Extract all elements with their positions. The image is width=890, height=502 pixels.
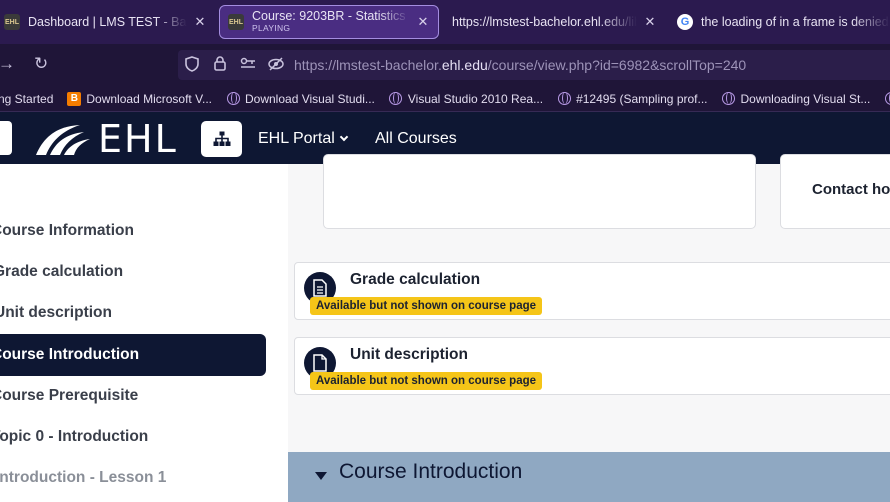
tab-dashboard[interactable]: EHL Dashboard | LMS TEST - Bachelor ✕ (0, 5, 207, 39)
ehl-favicon-icon: EHL (228, 14, 244, 30)
globe-icon (389, 92, 403, 106)
bookmark-label: Downloading Visual St... (740, 91, 871, 106)
bookmark-sampling-profiler[interactable]: #12495 (Sampling prof... (557, 91, 708, 106)
course-index-item-course-prerequisite[interactable]: Course Prerequisite (0, 375, 266, 417)
activity-title[interactable]: Unit description (350, 346, 468, 364)
course-summary-card (323, 154, 756, 229)
course-index-label: Course Introduction (0, 346, 140, 363)
course-index-item-unit-description[interactable]: Unit description (0, 292, 266, 334)
logo-text: EHL (98, 117, 178, 161)
chevron-down-icon (339, 132, 349, 142)
course-index-label: Course Information (0, 222, 134, 239)
all-courses-link[interactable]: All Courses (375, 130, 457, 148)
bookmark-downloading-visual-studio[interactable]: Downloading Visual St... (722, 91, 871, 106)
sitemap-icon (213, 131, 230, 146)
browser-tab-strip: EHL Dashboard | LMS TEST - Bachelor ✕ EH… (0, 0, 890, 44)
tab-title: the loading of in a frame is denied (701, 15, 889, 29)
globe-icon (226, 92, 240, 106)
lock-icon[interactable] (206, 56, 234, 74)
bookmark-visual-studio-2010[interactable]: Visual Studio 2010 Rea... (389, 92, 543, 106)
bookmark-download-microsoft[interactable]: B Download Microsoft V... (67, 91, 212, 106)
ehl-favicon-icon: EHL (4, 14, 20, 30)
availability-badge: Available but not shown on course page (310, 372, 543, 390)
google-icon: G (677, 14, 693, 30)
tab-google-search[interactable]: G the loading of in a frame is denied (677, 5, 890, 39)
bookmark-label: ting Started (0, 91, 54, 106)
bookmark-label: Download Visual Studi... (245, 91, 375, 106)
course-index-item-introduction-lesson-1[interactable]: Introduction - Lesson 1 (0, 457, 266, 499)
globe-icon (557, 92, 571, 106)
sitemap-button[interactable] (201, 121, 242, 157)
close-tab-icon[interactable]: ✕ (193, 14, 207, 30)
course-index-label: Grade calculation (0, 263, 124, 280)
tab-title: https://lmstest-bachelor.ehl.edu/lib (452, 15, 637, 29)
url-bar[interactable]: https://lmstest-bachelor.ehl.edu/course/… (178, 50, 890, 80)
url-text[interactable]: https://lmstest-bachelor.ehl.edu/course/… (294, 57, 746, 73)
course-index-label: Introduction - Lesson 1 (0, 469, 167, 486)
url-prefix: https://lmstest-bachelor. (294, 57, 442, 73)
globe-icon (722, 92, 736, 106)
tab-title: Course: 9203BR - Statistics - SEP (252, 10, 410, 22)
drawer-toggle-button[interactable] (0, 121, 12, 155)
activity-unit-description[interactable]: Unit description Available but not shown… (294, 337, 890, 395)
course-index-item-grade-calculation[interactable]: Grade calculation (0, 251, 266, 293)
availability-badge: Available but not shown on course page (310, 297, 543, 315)
forward-icon[interactable]: → (0, 54, 15, 74)
tab-course-statistics[interactable]: EHL Course: 9203BR - Statistics - SEP PL… (219, 5, 439, 39)
course-index-label: Topic 0 - Introduction (0, 428, 149, 445)
tab-lmstest-lib[interactable]: https://lmstest-bachelor.ehl.edu/lib ✕ (452, 5, 657, 39)
course-content: Contact ho Grade calculation Available b… (288, 154, 890, 502)
ehl-portal-menu[interactable]: EHL Portal (258, 130, 349, 148)
course-index-item-topic-0[interactable]: Topic 0 - Introduction (0, 416, 266, 458)
url-host: ehl.edu (441, 57, 488, 73)
contact-heading: Contact ho (812, 181, 890, 198)
close-tab-icon[interactable]: ✕ (643, 14, 657, 30)
course-index-label: Unit description (0, 304, 112, 321)
tab-playing-label: PLAYING (252, 23, 291, 33)
bookmark-label: Visual Studio 2010 Rea... (407, 91, 544, 106)
section-header-course-introduction[interactable]: Course Introduction (288, 452, 890, 502)
tracking-protection-icon[interactable] (262, 56, 290, 74)
bookmark-label: #12495 (Sampling prof... (576, 91, 708, 106)
collapse-toggle-icon[interactable] (315, 472, 327, 480)
ehl-swoosh-icon (36, 125, 90, 155)
bookmarks-bar: ting Started B Download Microsoft V... D… (0, 86, 890, 112)
reload-icon[interactable]: ↻ (34, 54, 48, 74)
course-index-label: Course Prerequisite (0, 387, 139, 404)
bookmark-download-visual-studio[interactable]: Download Visual Studi... (226, 92, 375, 106)
browser-nav-bar: → ↻ https://lmstest-bachelor.ehl.edu/cou… (0, 44, 890, 86)
bookmark-label: Download Microsoft V... (86, 91, 212, 106)
permissions-icon[interactable] (234, 57, 262, 74)
bookmark-more[interactable] (884, 92, 890, 106)
shield-icon[interactable] (178, 55, 206, 75)
close-tab-icon[interactable]: ✕ (416, 14, 430, 30)
section-title: Course Introduction (339, 460, 523, 483)
blogger-icon: B (67, 91, 82, 106)
url-path: /course/view.php?id=6982&scrollTop=240 (487, 57, 747, 73)
globe-icon (884, 92, 890, 106)
activity-title[interactable]: Grade calculation (350, 271, 480, 289)
course-index: Course Information Grade calculation Uni… (0, 164, 288, 502)
bookmark-getting-started[interactable]: ting Started (0, 92, 53, 106)
course-index-item-course-introduction[interactable]: Course Introduction (0, 334, 266, 376)
activity-grade-calculation[interactable]: Grade calculation Available but not show… (294, 262, 890, 320)
ehl-portal-label: EHL Portal (258, 130, 335, 147)
course-index-item-course-information[interactable]: Course Information (0, 210, 266, 252)
ehl-logo[interactable]: EHL (34, 117, 178, 161)
tab-title: Dashboard | LMS TEST - Bachelor (28, 15, 187, 29)
